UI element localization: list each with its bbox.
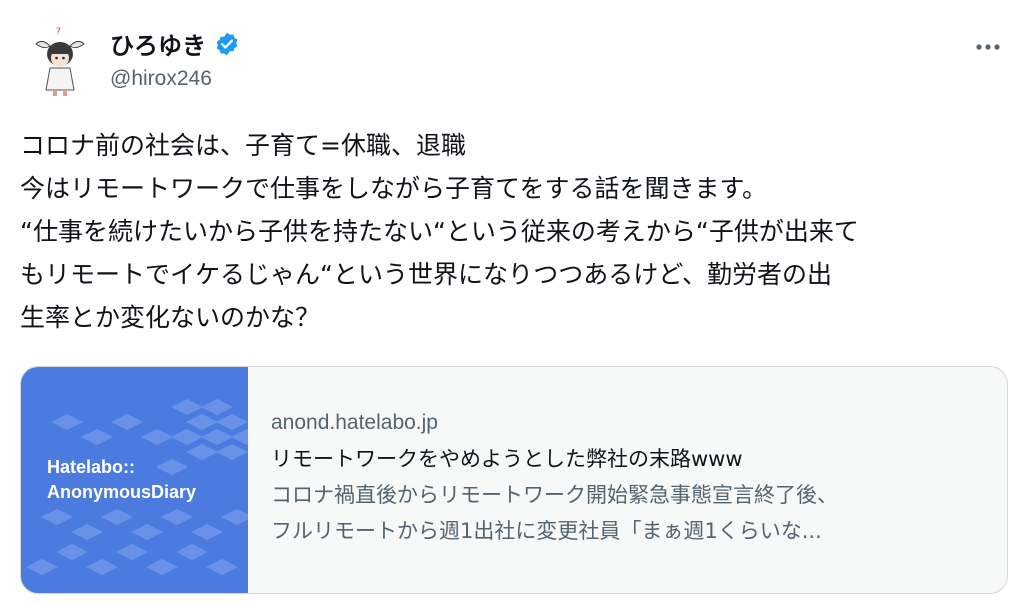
more-options-button[interactable] [968,32,1008,62]
card-thumbnail: Hatelabo:: AnonymousDiary [21,367,248,593]
tweet-line: 生率とか変化ないのかな？ [20,303,321,332]
tweet-header: ? ひろゆき @hirox246 [20,20,1008,100]
card-title: リモートワークをやめようとした弊社の末路www [271,447,743,471]
tweet-line: 今はリモートワークで仕事をしながら子育てをする話を聞きます。 [20,174,768,203]
card-description-line: コロナ禍直後からリモートワーク開始緊急事態宣言終了後、 [271,483,838,507]
tweet-text: コロナ前の社会は、子育て=休職、退職 今はリモートワークで仕事をしながら子育てを… [20,124,1010,339]
card-description-line: フルリモートから週1出社に変更社員「まぁ週1くらいな... [271,519,822,543]
avatar[interactable]: ? [20,20,100,100]
name-row: ひろゆき [110,26,240,61]
thumbnail-title-line: AnonymousDiary [47,482,197,502]
link-card[interactable]: Hatelabo:: AnonymousDiary anond.hatelabo… [20,366,1008,594]
display-name[interactable]: ひろゆき [110,26,206,61]
card-body: anond.hatelabo.jp リモートワークをやめようとした弊社の末路ww… [271,405,987,549]
card-thumbnail-title: Hatelabo:: AnonymousDiary [47,455,196,505]
svg-text:?: ? [56,27,61,37]
character-avatar-icon: ? [20,20,100,100]
thumbnail-title-line: Hatelabo:: [47,457,136,477]
card-domain: anond.hatelabo.jp [271,411,438,434]
verified-badge-icon [214,31,240,57]
tweet-line: “仕事を続けたいから子供を持たない“という従来の考えから“子供が出来て [20,217,859,246]
tweet-line: コロナ前の社会は、子育て=休職、退職 [20,131,466,160]
tweet-line: もリモートでイケるじゃん“という世界になりつつあるけど、勤労者の出 [20,260,832,289]
more-options-icon [976,44,1000,50]
handle[interactable]: @hirox246 [110,67,212,91]
